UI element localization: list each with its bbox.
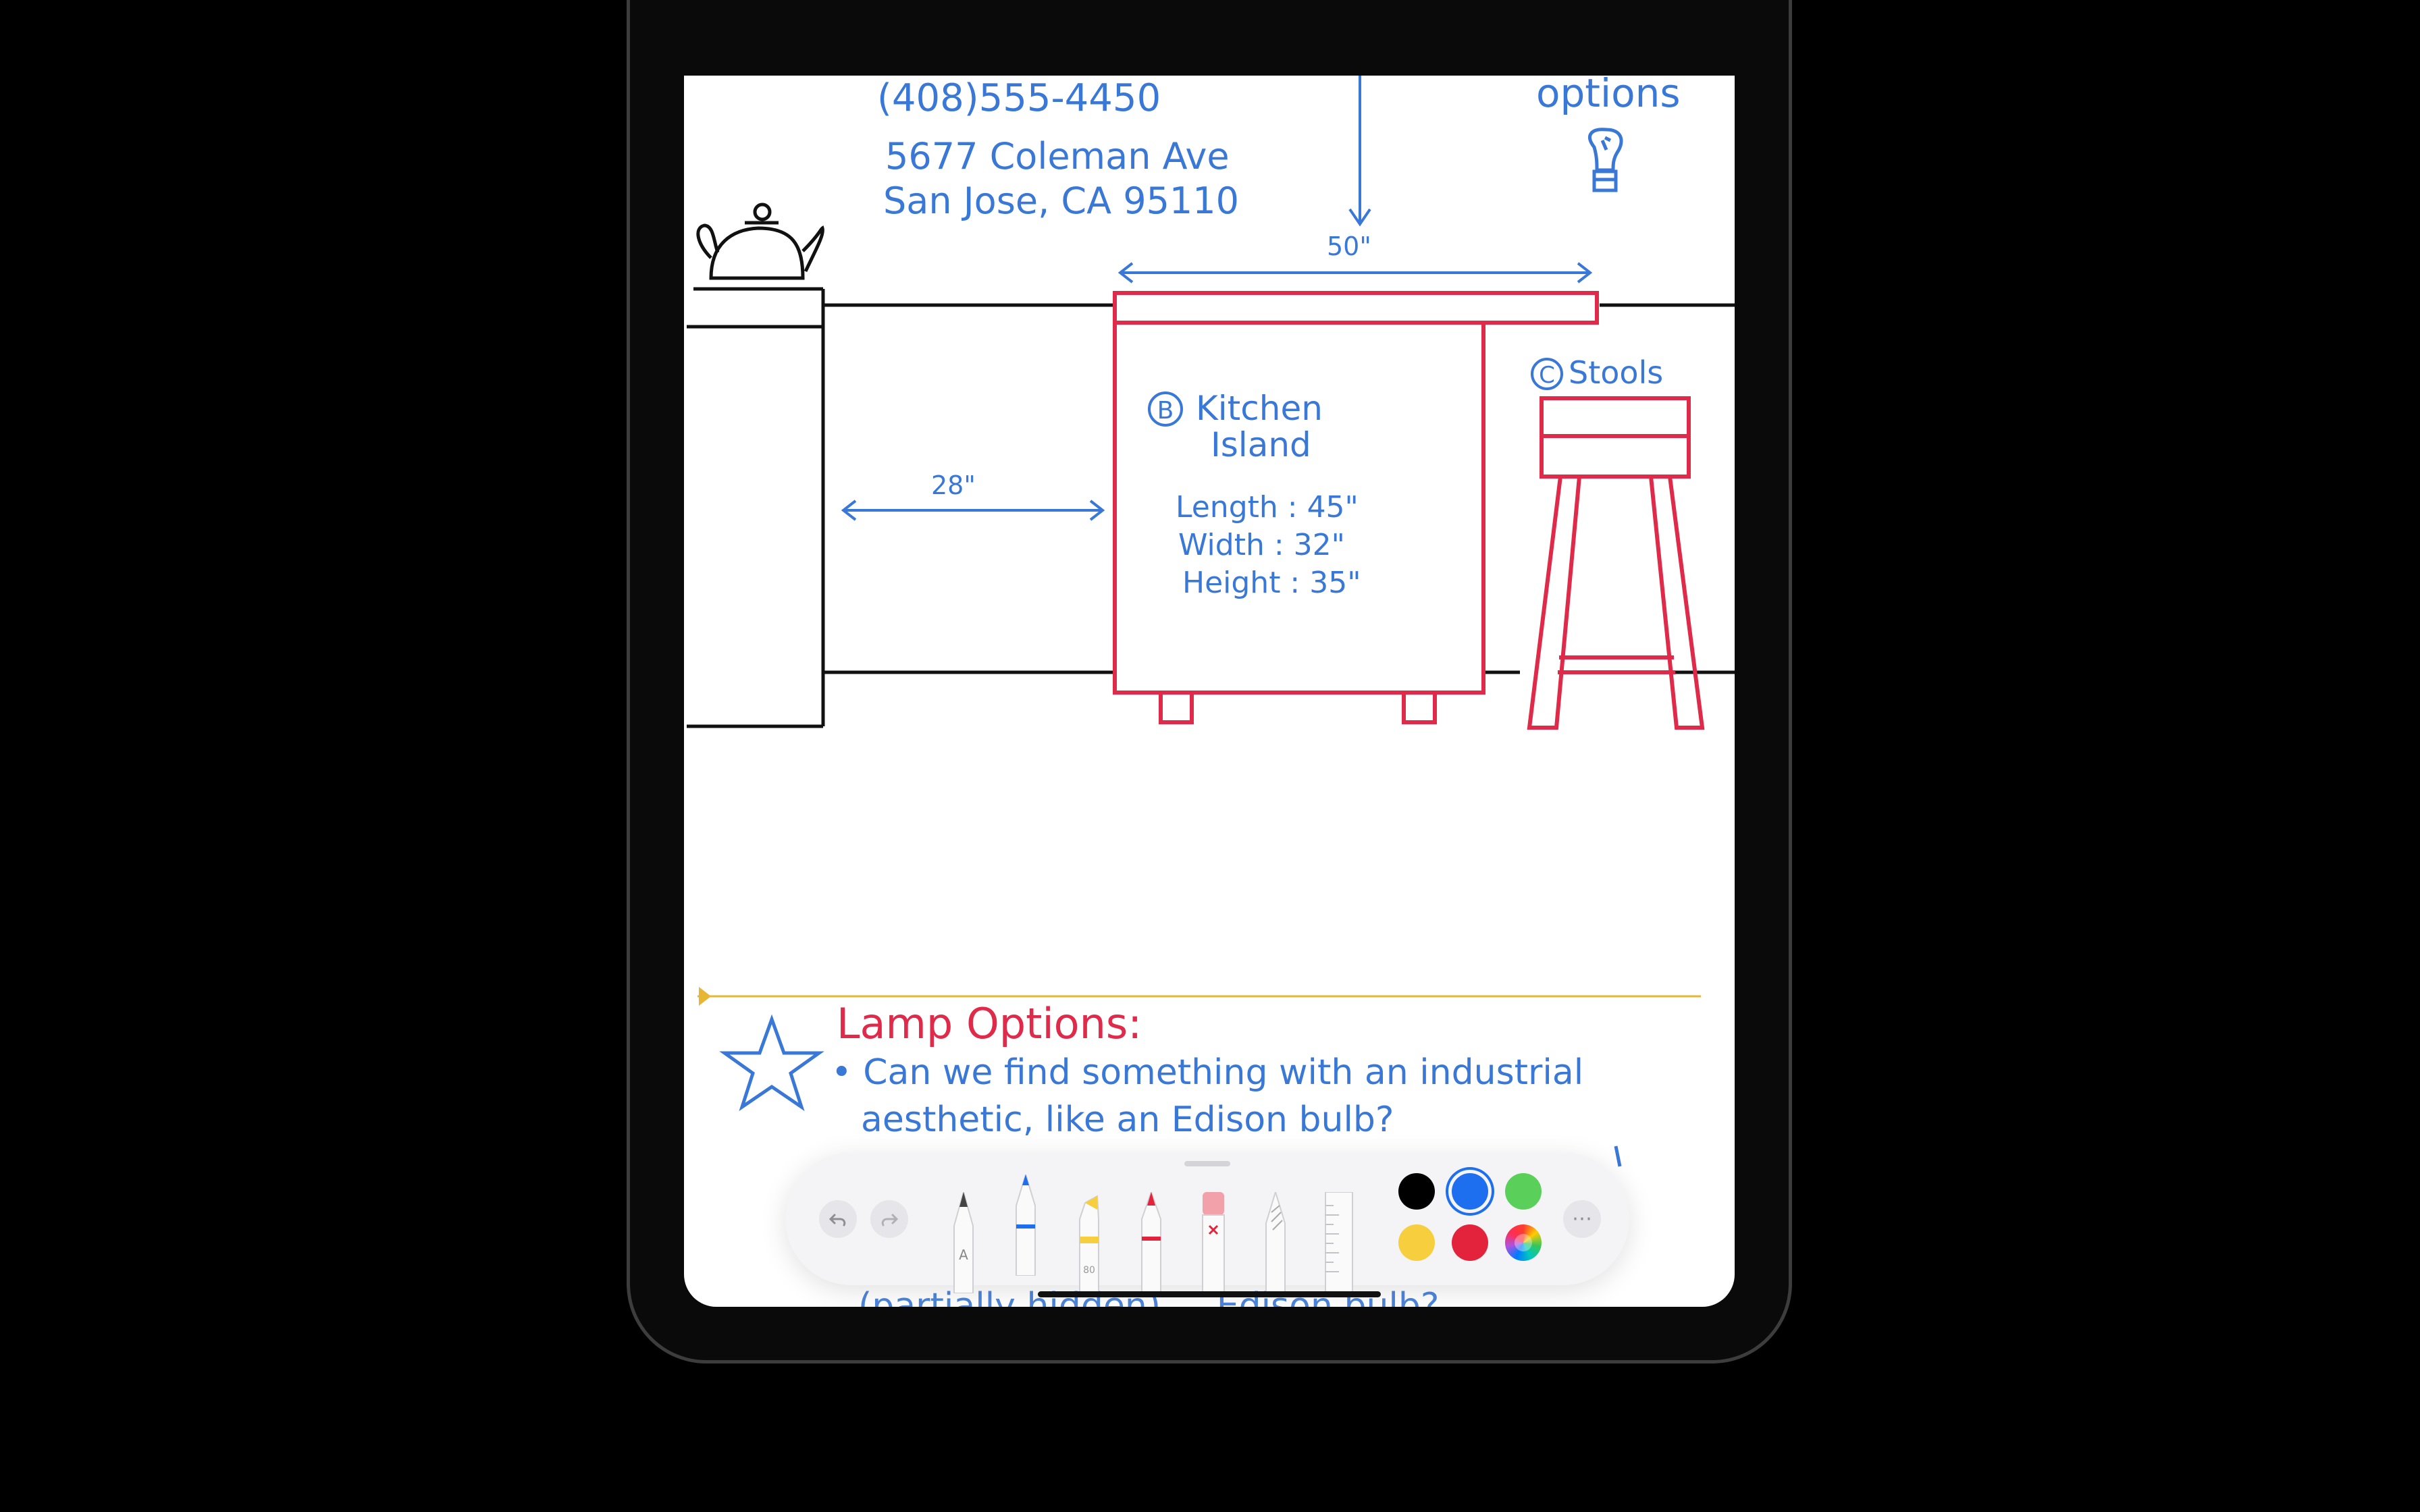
island-height-text: Height : 35"	[1182, 566, 1361, 600]
more-button[interactable]: ⋯	[1563, 1200, 1601, 1238]
lamp-options-heading: Lamp Options:	[837, 999, 1142, 1048]
bullet-line2-text: aesthetic, like an Edison bulb?	[861, 1100, 1394, 1140]
island-marker-letter: B	[1157, 397, 1174, 425]
redo-button[interactable]	[870, 1200, 908, 1238]
tool-palette[interactable]: A 80 ⋯	[785, 1153, 1629, 1293]
marker-tool[interactable]: 80	[1070, 1192, 1108, 1293]
crayon-tool[interactable]	[1132, 1192, 1170, 1293]
star-icon	[719, 1014, 824, 1112]
ruler-tool[interactable]	[1320, 1192, 1358, 1293]
redo-icon	[881, 1214, 899, 1226]
width-dimension-label: 50"	[1327, 232, 1371, 261]
island-title-line2: Island	[1211, 425, 1311, 464]
island-width-text: Width : 32"	[1178, 528, 1345, 562]
color-swatch-blue[interactable]	[1452, 1173, 1488, 1210]
drawing-layer: (408)555-4450 5677 Coleman Ave San Jose,…	[687, 76, 1735, 1307]
lightbulb-icon	[1588, 128, 1623, 192]
island-marker: B	[1148, 392, 1183, 427]
svg-text:80: 80	[1083, 1265, 1095, 1276]
home-indicator[interactable]	[1038, 1291, 1381, 1297]
phone-number-text: (408)555-4450	[877, 76, 1161, 120]
down-arrow-icon	[1348, 76, 1371, 227]
address-line2-text: San Jose, CA 95110	[883, 180, 1239, 222]
undo-icon	[828, 1214, 846, 1226]
fountain-pen-tool[interactable]	[1257, 1192, 1294, 1293]
eraser-tool[interactable]	[1194, 1192, 1232, 1293]
ink-mark	[1614, 1145, 1622, 1167]
pen-tool[interactable]	[1007, 1174, 1045, 1276]
svg-text:A: A	[959, 1247, 968, 1263]
palette-grabber[interactable]	[1184, 1161, 1230, 1166]
stool-drawing	[1527, 396, 1705, 730]
address-line1-text: 5677 Coleman Ave	[885, 135, 1230, 178]
stools-marker-letter: C	[1539, 362, 1555, 389]
teapot-icon	[696, 202, 824, 280]
stools-marker: C	[1531, 358, 1563, 390]
clearance-dimension-label: 28"	[931, 470, 976, 500]
clearance-dimension-arrow	[841, 500, 1105, 521]
color-picker-multicolor[interactable]	[1505, 1224, 1542, 1261]
stools-label-text: Stools	[1569, 354, 1663, 391]
notes-canvas[interactable]: (408)555-4450 5677 Coleman Ave San Jose,…	[684, 76, 1735, 1307]
island-length-text: Length : 45"	[1176, 490, 1359, 524]
bullet-line1-text: • Can we find something with an industri…	[831, 1052, 1583, 1093]
island-title-line1: Kitchen	[1196, 389, 1323, 428]
color-swatch-green[interactable]	[1505, 1173, 1542, 1210]
options-label-text: options	[1536, 76, 1681, 116]
pencil-tool[interactable]: A	[945, 1192, 982, 1293]
width-dimension-arrow	[1117, 262, 1593, 284]
color-swatch-red[interactable]	[1452, 1224, 1488, 1261]
color-swatch-black[interactable]	[1398, 1173, 1435, 1210]
ellipsis-icon: ⋯	[1572, 1207, 1592, 1231]
undo-button[interactable]	[819, 1200, 857, 1238]
color-swatch-yellow[interactable]	[1398, 1224, 1435, 1261]
